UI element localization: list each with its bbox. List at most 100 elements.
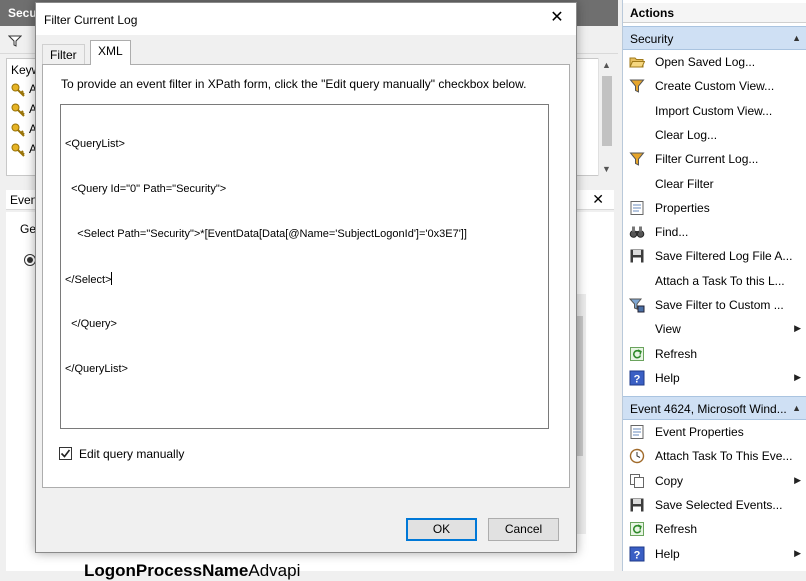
section-header-label: Event 4624, Microsoft Wind... [630,402,787,416]
collapse-caret-icon[interactable]: ▲ [792,403,801,413]
submenu-arrow-icon: ▶ [794,323,801,334]
action-label: Import Custom View... [655,103,773,118]
action-label: Properties [655,200,710,215]
action-label: Save Filtered Log File A... [655,249,793,264]
refresh-icon [629,346,645,362]
action-help[interactable]: ? Help ▶ [623,542,806,566]
collapse-caret-icon[interactable]: ▲ [792,33,801,43]
filter-save-icon [628,297,645,313]
properties-icon [629,424,645,440]
xml-query-editor[interactable]: <QueryList> <Query Id="0" Path="Security… [60,104,549,429]
filter-current-log-dialog: Filter Current Log ✕ Filter XML To provi… [35,2,577,553]
action-label: Filter Current Log... [655,152,759,167]
tab-xml[interactable]: XML [90,40,131,65]
action-label: Refresh [655,522,698,537]
xml-line: </Query> [65,318,117,330]
action-copy[interactable]: Copy ▶ [623,469,806,493]
instruction-text: To provide an event filter in XPath form… [61,77,527,91]
xml-line-text: </Select> [65,274,112,286]
action-import-custom-view[interactable]: Import Custom View... [623,99,806,123]
dialog-title: Filter Current Log [44,13,138,27]
action-label: Attach a Task To this L... [655,273,785,288]
xml-line: </QueryList> [65,363,128,375]
scrollbar-thumb[interactable] [602,76,612,146]
audit-success-key-icon [11,83,25,97]
console-title-text: Secu [8,6,37,20]
xml-line: <QueryList> [65,138,125,150]
audit-success-key-icon [11,103,25,117]
xml-line-with-cursor: </Select> [65,272,544,287]
section-header-label: Security [630,32,674,46]
action-label: Clear Log... [655,127,718,142]
dialog-title-bar: Filter Current Log ✕ [36,3,576,35]
action-create-custom-view[interactable]: Create Custom View... [623,74,806,98]
action-label: Create Custom View... [655,79,775,94]
action-label: Help [655,546,680,561]
action-label: Save Selected Events... [655,497,783,512]
tab-filter[interactable]: Filter [42,44,85,64]
xml-line: <Query Id="0" Path="Security"> [65,183,227,195]
section-header-security[interactable]: Security ▲ [623,26,806,50]
refresh-icon [629,521,645,537]
action-save-filtered-log-file-a[interactable]: Save Filtered Log File A... [623,244,806,268]
action-view[interactable]: View ▶ [623,317,806,341]
action-label: Save Filter to Custom ... [655,298,784,312]
edit-query-manually-checkbox[interactable] [59,447,72,460]
action-label: Refresh [655,346,698,361]
action-label: Attach Task To This Eve... [655,449,793,464]
filter-funnel-icon [629,78,645,94]
cancel-button[interactable]: Cancel [488,518,559,541]
action-label: Find... [655,225,689,240]
svg-text:?: ? [634,549,641,561]
action-label: Clear Filter [655,176,714,191]
action-properties[interactable]: Properties [623,196,806,220]
action-refresh[interactable]: Refresh [623,342,806,366]
submenu-arrow-icon: ▶ [794,474,801,485]
folder-open-icon [629,54,646,70]
action-clear-log[interactable]: Clear Log... [623,123,806,147]
task-clock-icon [629,448,645,464]
action-attach-a-task-to-this-l[interactable]: Attach a Task To this L... [623,269,806,293]
event-list-scrollbar[interactable]: ▲ ▼ [598,58,614,176]
submenu-arrow-icon: ▶ [794,547,801,558]
action-label: View [655,322,681,337]
action-label: Copy [655,473,684,488]
audit-success-key-icon [11,123,25,137]
action-refresh[interactable]: Refresh [623,517,806,541]
action-save-filter-to-custom[interactable]: Save Filter to Custom ... [623,293,806,317]
close-icon[interactable]: ✕ [592,191,604,208]
checkmark-icon [60,449,71,458]
action-help[interactable]: ? Help ▶ [623,366,806,390]
help-icon: ? [629,546,645,562]
action-filter-current-log[interactable]: Filter Current Log... [623,147,806,171]
event-data-field: LogonProcessNameAdvapi [84,561,300,581]
action-save-selected-events[interactable]: Save Selected Events... [623,493,806,517]
scroll-up-arrow-icon[interactable]: ▲ [602,60,611,70]
section-header-event[interactable]: Event 4624, Microsoft Wind... ▲ [623,396,806,420]
floppy-disk-icon [629,248,645,264]
xml-tab-panel: To provide an event filter in XPath form… [42,64,570,488]
actions-pane-title: Actions [623,3,806,23]
action-label: Help [655,370,680,385]
copy-icon [629,473,645,489]
filter-funnel-icon[interactable] [7,34,23,48]
svg-text:?: ? [634,373,641,385]
action-event-properties[interactable]: Event Properties [623,420,806,444]
action-find[interactable]: Find... [623,220,806,244]
help-icon: ? [629,370,645,386]
edit-query-manually-label[interactable]: Edit query manually [79,447,184,461]
text-cursor [111,272,113,285]
binoculars-icon [629,224,645,240]
xml-line: <Select Path="Security">*[EventData[Data… [65,228,467,240]
filter-funnel-icon [629,151,645,167]
action-open-saved-log[interactable]: Open Saved Log... [623,50,806,74]
close-icon[interactable]: ✕ [542,7,572,31]
floppy-disk-icon [629,497,645,513]
tab-general[interactable]: Ge [20,222,36,236]
scroll-down-arrow-icon[interactable]: ▼ [602,164,611,174]
action-attach-task-to-this-eve[interactable]: Attach Task To This Eve... [623,444,806,468]
properties-icon [629,200,645,216]
action-clear-filter[interactable]: Clear Filter [623,172,806,196]
ok-button[interactable]: OK [406,518,477,541]
action-label: Event Properties [655,425,744,439]
